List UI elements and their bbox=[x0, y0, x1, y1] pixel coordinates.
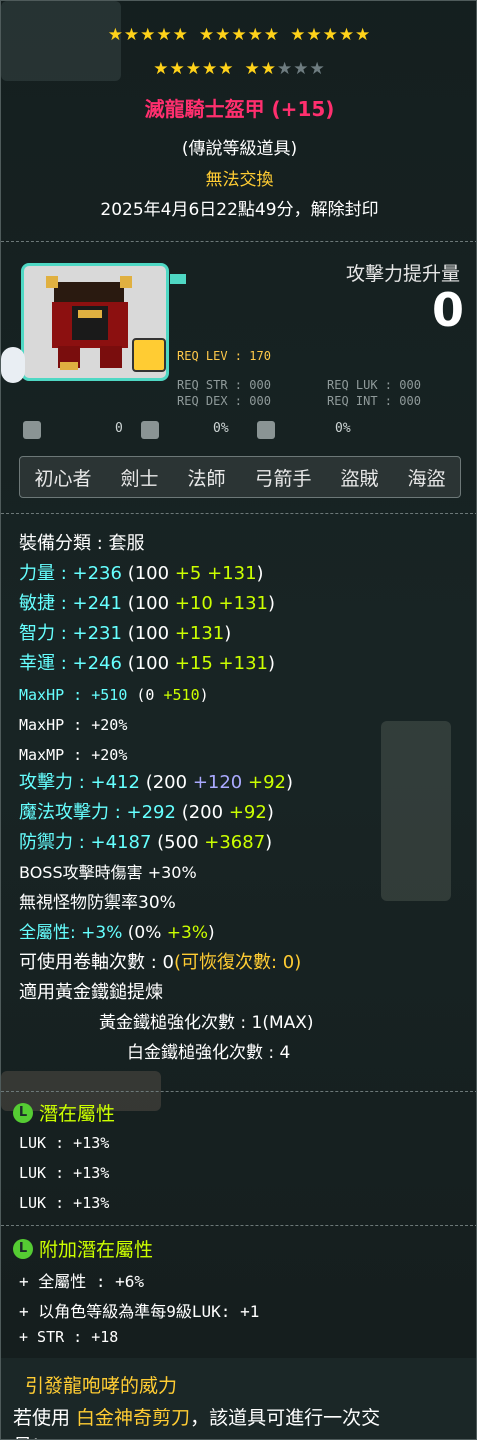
additional-line-3: + STR : +18 bbox=[19, 1328, 119, 1346]
stat-luk: 幸運 : +246 (100 +15 +131) bbox=[19, 653, 276, 674]
attack-increase-label: 攻擊力提升量 bbox=[345, 263, 460, 285]
stat-str: 力量 : +236 (100 +5 +131) bbox=[19, 563, 264, 584]
stat-maxmp-percent: MaxMP : +20% bbox=[19, 746, 128, 764]
job-warrior: 劍士 bbox=[120, 467, 159, 490]
stat-magic-attack: 魔法攻擊力 : +292 (200 +92) bbox=[19, 802, 274, 823]
req-dex: REQ DEX : 000 bbox=[177, 394, 271, 408]
divider bbox=[1, 1091, 476, 1092]
stat-int: 智力 : +231 (100 +131) bbox=[19, 623, 232, 644]
req-luk: REQ LUK : 000 bbox=[327, 378, 421, 392]
job-archer: 弓箭手 bbox=[254, 467, 312, 490]
stat-attack: 攻擊力 : +412 (200 +120 +92) bbox=[19, 772, 294, 793]
stat-boss-damage: BOSS攻擊時傷害 +30% bbox=[19, 863, 197, 882]
mini-value-c: 0% bbox=[335, 421, 351, 436]
shield-icon bbox=[257, 421, 275, 439]
job-beginner: 初心者 bbox=[34, 467, 92, 490]
item-name: 滅龍騎士盔甲 (+15) bbox=[144, 97, 335, 121]
crown-icon bbox=[141, 421, 159, 439]
star-icon: ★★ bbox=[244, 59, 277, 79]
star-icon: ★★★ bbox=[276, 59, 326, 79]
req-str: REQ STR : 000 bbox=[177, 378, 271, 392]
item-grade: (傳說等級道具) bbox=[181, 139, 298, 159]
stat-platinum-hammer-count: 白金鐵槌強化次數 : 4 bbox=[127, 1043, 291, 1063]
dragon-description: 若使用 白金神奇剪刀，該道具可進行一次交 bbox=[13, 1407, 381, 1429]
lock-icon bbox=[132, 338, 166, 372]
job-pirate: 海盜 bbox=[407, 467, 446, 490]
stat-defense: 防禦力 : +4187 (500 +3687) bbox=[19, 832, 273, 853]
potential-line-3: LUK : +13% bbox=[19, 1194, 110, 1212]
divider bbox=[1, 1225, 476, 1226]
unseal-time: 2025年4月6日22點49分，解除封印 bbox=[100, 200, 379, 220]
additional-line-2: + 以角色等級為準每9級LUK: +1 bbox=[19, 1302, 260, 1321]
additional-potential-header: L 附加潛在屬性 bbox=[13, 1235, 153, 1262]
job-magician: 法師 bbox=[187, 467, 226, 490]
item-tooltip: ★★★★★ ★★★★★ ★★★★★ ★★★★★ ★★★★★ 滅龍騎士盔甲 (+15) … bbox=[0, 0, 477, 1440]
stat-scroll-slots: 可使用卷軸次數 : 0(可恢復次數: 0) bbox=[19, 952, 302, 973]
additional-potential-gem-icon: L bbox=[13, 1238, 33, 1259]
stat-golden-hammer: 適用黃金鐵鎚提煉 bbox=[19, 982, 163, 1003]
star-icon: ★★★★★ bbox=[290, 25, 372, 45]
star-icon: ★★★★★ bbox=[107, 25, 189, 45]
mini-value-b: 0% bbox=[213, 421, 229, 436]
potential-gem-icon: L bbox=[13, 1102, 33, 1123]
req-level: REQ LEV : 170 bbox=[177, 349, 271, 363]
flag-icon bbox=[170, 274, 186, 284]
stat-gold-hammer-count: 黃金鐵槌強化次數 : 1(MAX) bbox=[99, 1013, 314, 1033]
stat-maxhp: MaxHP : +510 (0 +510) bbox=[19, 686, 209, 704]
dragon-title: 引發龍咆哮的威力 bbox=[25, 1375, 178, 1397]
mini-value-a: 0 bbox=[115, 421, 123, 436]
req-int: REQ INT : 000 bbox=[327, 394, 421, 408]
star-force-row-1: ★★★★★ ★★★★★ ★★★★★ bbox=[1, 25, 476, 45]
scissors-icon bbox=[23, 421, 41, 439]
divider bbox=[1, 241, 476, 242]
trade-status: 無法交換 bbox=[205, 170, 274, 190]
stat-maxhp-percent: MaxHP : +20% bbox=[19, 716, 128, 734]
job-list: 初心者 劍士 法師 弓箭手 盜賊 海盜 bbox=[19, 456, 461, 498]
background-sign bbox=[381, 721, 451, 901]
job-thief: 盜賊 bbox=[340, 467, 379, 490]
dragon-description-line-2: 易! bbox=[13, 1431, 40, 1439]
hand-icon bbox=[1, 347, 25, 383]
stat-dex: 敏捷 : +241 (100 +10 +131) bbox=[19, 593, 276, 614]
attack-increase-value: 0 bbox=[431, 283, 464, 337]
stat-all-stat: 全屬性: +3% (0% +3%) bbox=[19, 923, 215, 943]
potential-line-1: LUK : +13% bbox=[19, 1134, 110, 1152]
star-force-row-2: ★★★★★ ★★★★★ bbox=[1, 59, 476, 79]
stat-category: 裝備分類 : 套服 bbox=[19, 533, 145, 554]
additional-potential-title: 附加潛在屬性 bbox=[39, 1239, 154, 1261]
item-icon-frame[interactable] bbox=[21, 263, 186, 381]
star-icon: ★★★★★ bbox=[153, 59, 235, 79]
additional-line-1: + 全屬性 : +6% bbox=[19, 1272, 145, 1291]
divider bbox=[1, 513, 476, 514]
potential-line-2: LUK : +13% bbox=[19, 1164, 110, 1182]
potential-title: 潛在屬性 bbox=[39, 1103, 116, 1125]
star-icon: ★★★★★ bbox=[198, 25, 281, 45]
scissors-item-name: 白金神奇剪刀 bbox=[76, 1407, 191, 1429]
potential-header: L 潛在屬性 bbox=[13, 1099, 115, 1126]
stat-ignore-defense: 無視怪物防禦率30% bbox=[19, 893, 176, 913]
